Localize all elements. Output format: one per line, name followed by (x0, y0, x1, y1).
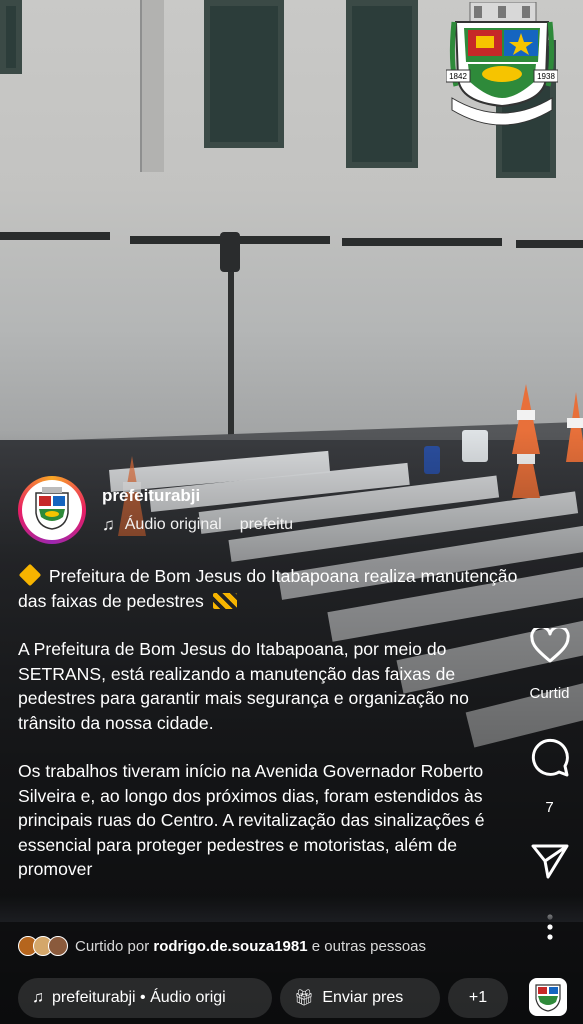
avatar[interactable] (18, 476, 86, 544)
audio-chip-label: prefeiturabji • Áudio origi (52, 989, 226, 1006)
liked-user[interactable]: rodrigo.de.souza1981 (153, 938, 307, 955)
audio-info[interactable]: ♫ Áudio original prefeitu (102, 515, 308, 535)
liked-suffix: e outras pessoas (311, 937, 427, 955)
liker-avatars (18, 936, 68, 956)
send-gift-chip[interactable]: 🎁︎ Enviar pres (280, 978, 440, 1018)
comment-icon[interactable] (529, 736, 571, 778)
caption-headline: Prefeitura de Bom Jesus do Itabapoana re… (18, 566, 518, 611)
like-action[interactable]: Curtid (516, 625, 583, 702)
like-label: Curtid (529, 685, 570, 702)
post-caption[interactable]: Prefeitura de Bom Jesus do Itabapoana re… (18, 564, 518, 906)
avatar-crest-icon (22, 480, 82, 540)
crest-thumbnail-icon (535, 984, 561, 1012)
caption-fade (0, 896, 583, 922)
comment-action[interactable]: 7 (516, 736, 583, 816)
bottom-chips: ♫ prefeiturabji • Áudio origi 🎁︎ Enviar … (18, 978, 516, 1018)
send-icon[interactable] (530, 842, 570, 880)
crest-year-right: 1938 (537, 72, 555, 81)
music-note-icon: ♫ (102, 514, 115, 534)
more-chip[interactable]: +1 (448, 978, 508, 1018)
post-author: prefeiturabji ♫ Áudio original prefeitu (18, 476, 308, 544)
crest-year-left: 1842 (449, 72, 467, 81)
gift-chip-label: Enviar pres (322, 989, 404, 1006)
comment-count: 7 (545, 799, 554, 816)
share-action[interactable] (516, 842, 583, 885)
audio-thumbnail[interactable] (529, 978, 567, 1016)
construction-barrier-icon (212, 592, 237, 609)
username[interactable]: prefeiturabji (102, 486, 308, 506)
liked-prefix: Curtido por (75, 937, 150, 955)
caption-paragraph-1: A Prefeitura de Bom Jesus do Itabapoana,… (18, 639, 469, 733)
heart-icon[interactable] (529, 625, 570, 664)
audio-label: Áudio original (124, 515, 222, 533)
music-note-icon: ♫ (32, 989, 44, 1006)
liked-by[interactable]: Curtido por rodrigo.de.souza1981 e outra… (18, 936, 426, 956)
audio-chip[interactable]: ♫ prefeiturabji • Áudio origi (18, 978, 272, 1018)
caption-paragraph-2: Os trabalhos tiveram início na Avenida G… (18, 761, 485, 879)
warning-sign-icon (18, 564, 42, 587)
liker-avatar (48, 936, 68, 956)
city-crest-logo: 1842 1938 (445, 1, 559, 130)
gift-icon: 🎁︎ (294, 990, 315, 1007)
audio-scroll-text: prefeitu (239, 515, 294, 533)
more-chip-label: +1 (468, 989, 488, 1006)
